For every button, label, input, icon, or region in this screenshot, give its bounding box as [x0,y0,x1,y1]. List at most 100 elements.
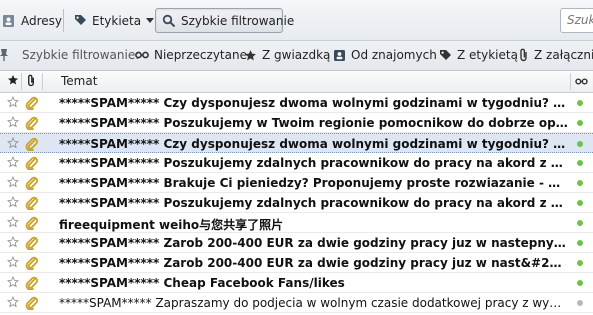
star-toggle-icon[interactable] [7,156,19,168]
tag-label: Etykieta [92,13,142,28]
read-status-dot[interactable] [577,180,583,186]
contact-card-icon [333,49,346,62]
tag-button[interactable]: Etykieta [68,8,160,33]
tag-icon [74,14,87,27]
filter-contacts-button[interactable]: Od znajomych [333,48,437,62]
read-status-dot[interactable] [577,100,583,106]
column-separator [21,73,22,90]
message-row[interactable]: *****SPAM***** Zarob 200-400 EUR za dwie… [0,253,593,273]
star-icon [244,49,257,62]
quick-filter-toggle-button[interactable]: Szybkie filtrowanie [155,8,294,33]
tag-icon [439,49,452,62]
message-row[interactable]: *****SPAM***** Brakuje Ci pieniedzy? Pro… [0,173,593,193]
quick-filter-label: Szybkie filtrowanie: [22,48,139,62]
filter-attachments-button[interactable]: Z załącznik [518,48,593,62]
read-status-dot[interactable] [577,200,583,206]
filter-unread-button[interactable]: Nieprzeczytane [135,48,247,62]
message-subject: *****SPAM***** Czy dysponujesz dwoma wol… [59,96,568,110]
message-row[interactable]: *****SPAM***** Poszukujemy zdalnych prac… [0,153,593,173]
star-toggle-icon[interactable] [7,176,19,188]
glasses-icon [575,77,588,86]
address-book-button[interactable]: Adresy [0,8,68,33]
message-row[interactable]: *****SPAM***** Czy dysponujesz dwoma wol… [0,93,593,113]
message-subject: *****SPAM***** Poszukujemy zdalnych prac… [59,196,568,210]
main-toolbar: Adresy Etykieta Szybkie filtrowanie Szuk… [0,0,593,41]
attachment-icon [25,156,38,170]
paperclip-icon [518,48,529,62]
quick-filter-label-text: Szybkie filtrowanie: [22,48,140,62]
star-toggle-icon[interactable] [7,276,19,288]
filter-starred-label: Z gwiazdką [262,48,331,62]
filter-starred-button[interactable]: Z gwiazdką [244,48,330,62]
message-subject: *****SPAM***** Zarob 200-400 EUR za dwie… [59,236,568,250]
column-read-status[interactable] [575,77,588,86]
column-star[interactable] [7,74,19,86]
quick-filter-toggle-label: Szybkie filtrowanie [181,13,295,28]
read-status-dot[interactable] [577,300,583,306]
search-input[interactable]: Szuka [560,8,593,33]
read-status-dot[interactable] [577,141,583,147]
message-row[interactable]: fireequipment weiho与您共享了照片 [0,213,593,233]
sticky-pin-button[interactable] [0,48,10,62]
star-toggle-icon[interactable] [7,296,19,308]
attachment-icon [25,216,38,230]
column-separator [570,73,571,90]
chevron-down-icon [146,17,155,24]
star-toggle-icon[interactable] [7,96,19,108]
message-row[interactable]: *****SPAM***** Poszukujemy zdalnych prac… [0,193,593,213]
star-toggle-icon[interactable] [7,137,19,149]
message-subject: fireequipment weiho与您共享了照片 [59,218,284,232]
message-row[interactable]: *****SPAM***** Cheap Facebook Fans/likes [0,273,593,293]
attachment-icon [25,176,38,190]
filter-tags-label: Z etykietą [457,48,518,62]
attachment-icon [25,116,38,130]
thread-column-header: Temat [0,71,593,93]
message-subject: *****SPAM***** Brakuje Ci pieniedzy? Pro… [59,176,568,190]
filter-unread-label: Nieprzeczytane [154,48,247,62]
attachment-icon [25,236,38,250]
message-subject: *****SPAM***** Zarob 200-400 EUR za dwie… [59,256,568,270]
message-subject: *****SPAM***** Poszukujemy w Twoim regio… [59,116,568,130]
read-status-dot[interactable] [577,260,583,266]
star-toggle-icon[interactable] [7,216,19,228]
filter-tags-button[interactable]: Z etykietą [439,48,518,62]
star-icon [7,74,19,86]
glasses-icon [135,50,149,60]
star-toggle-icon[interactable] [7,116,19,128]
message-subject: *****SPAM***** Zapraszamy do podjecia w … [59,296,568,310]
paperclip-icon [26,74,36,87]
star-toggle-icon[interactable] [7,236,19,248]
message-row[interactable]: *****SPAM***** Zapraszamy do podjecia w … [0,293,593,313]
search-icon [162,14,176,28]
message-subject: *****SPAM***** Cheap Facebook Fans/likes [59,276,345,290]
column-subject[interactable]: Temat [61,74,97,88]
attachment-icon [25,256,38,270]
message-subject: *****SPAM***** Czy dysponujesz dwoma wol… [59,137,568,151]
message-list: *****SPAM***** Czy dysponujesz dwoma wol… [0,93,593,313]
message-row[interactable]: *****SPAM***** Czy dysponujesz dwoma wol… [0,133,593,153]
toolbar-separator [63,9,64,32]
read-status-dot[interactable] [577,220,583,226]
attachment-icon [25,276,38,290]
attachment-icon [25,296,38,310]
read-status-dot[interactable] [577,240,583,246]
attachment-icon [25,137,38,151]
column-separator [42,73,43,90]
read-status-dot[interactable] [577,280,583,286]
message-row[interactable]: *****SPAM***** Poszukujemy w Twoim regio… [0,113,593,133]
attachment-icon [25,96,38,110]
filter-attachments-label: Z załącznik [534,48,593,62]
read-status-dot[interactable] [577,120,583,126]
column-attachment[interactable] [26,74,36,87]
message-row[interactable]: *****SPAM***** Zarob 200-400 EUR za dwie… [0,233,593,253]
attachment-icon [25,196,38,210]
filter-contacts-label: Od znajomych [351,48,437,62]
star-toggle-icon[interactable] [7,256,19,268]
address-book-label: Adresy [21,13,63,28]
message-subject: *****SPAM***** Poszukujemy zdalnych prac… [59,156,568,170]
star-toggle-icon[interactable] [7,196,19,208]
quick-filter-bar: Szybkie filtrowanie: Nieprzeczytane Z gw… [0,41,593,71]
pin-icon [0,48,10,62]
address-book-icon [2,14,16,28]
read-status-dot[interactable] [577,160,583,166]
